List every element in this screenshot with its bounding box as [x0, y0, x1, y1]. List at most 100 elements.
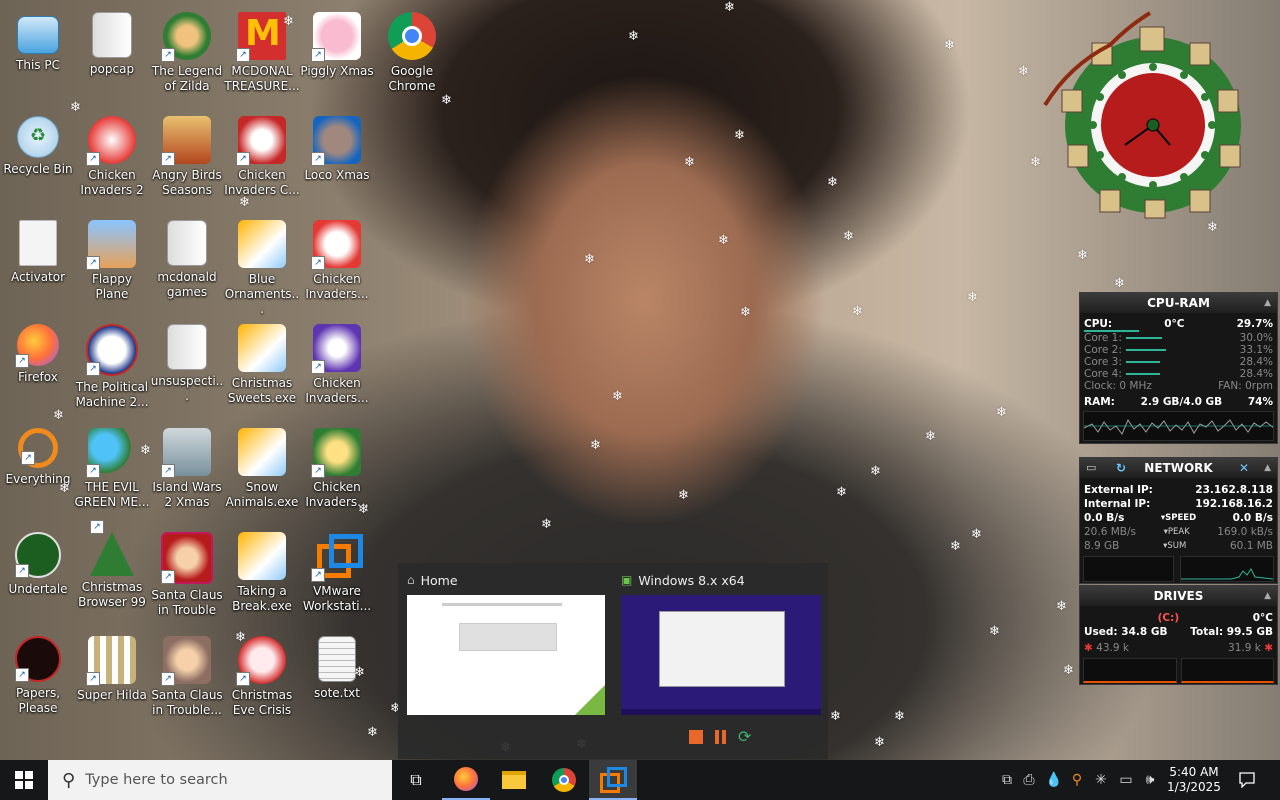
desktop-icon-political-machine[interactable]: ↗ The Political Machine 2...	[74, 318, 150, 418]
desktop-icon-chicken-invaders-2[interactable]: ↗ Chicken Invaders 2	[74, 110, 150, 210]
mcdonalds-icon: M ↗	[236, 12, 286, 62]
flappy-plane-icon: ↗	[86, 220, 136, 270]
desktop-icon-papers-please[interactable]: ↗ Papers, Please	[0, 630, 76, 730]
desktop-icon-blue-ornaments[interactable]: Blue Ornaments...	[224, 214, 300, 316]
desktop-icon-christmas-browser-99[interactable]: ↗ Christmas Browser 99	[74, 520, 150, 626]
desktop-icon-santa-claus-in-trouble-2[interactable]: ↗ Santa Claus in Trouble...	[149, 630, 225, 730]
desktop-icon-evil-green-me[interactable]: ↗ THE EVIL GREEN ME...	[74, 422, 150, 522]
vmware-icon: ↗	[311, 532, 363, 582]
monitor-icon[interactable]: ▭	[1086, 458, 1096, 478]
core-row: Core 1: 30.0%	[1080, 332, 1277, 344]
desktop-icon-taking-a-break[interactable]: Taking a Break.exe	[224, 526, 300, 626]
windows-8-preview	[621, 595, 821, 715]
restart-icon[interactable]: ⟳	[738, 729, 752, 745]
tools-icon[interactable]: ✕	[1239, 458, 1249, 478]
collapse-icon[interactable]: ▲	[1264, 458, 1271, 478]
tray-printer-icon[interactable]: ⎙	[1020, 760, 1038, 800]
taskbar-firefox[interactable]	[442, 760, 490, 800]
thumbnail-windows-8[interactable]: ▣ Windows 8.x x64	[621, 571, 821, 715]
tray-drop-icon[interactable]: 💧	[1045, 760, 1062, 800]
cpu-ram-gadget[interactable]: CPU-RAM ▲ CPU: 0°C 29.7% Core 1: 30.0% Co…	[1079, 292, 1278, 444]
upload-graph	[1180, 556, 1274, 582]
core-usage-bar	[1125, 373, 1160, 375]
action-center-icon[interactable]	[1230, 760, 1264, 800]
folder-icon	[167, 220, 207, 266]
core-row: Core 4: 28.4%	[1080, 368, 1277, 380]
desktop-icon-christmas-eve-crisis[interactable]: ↗ Christmas Eve Crisis	[224, 630, 300, 730]
desktop-icon-santa-claus-in-trouble[interactable]: ↗ Santa Claus in Trouble	[149, 526, 225, 626]
desktop-icon-angry-birds-seasons[interactable]: ↗ Angry Birds Seasons	[149, 110, 225, 210]
tray-vmware-icon[interactable]: ✳	[1092, 760, 1110, 800]
computer-icon	[17, 16, 59, 54]
installer-icon	[238, 532, 286, 580]
angry-birds-icon: ↗	[161, 116, 211, 166]
pause-icon[interactable]	[714, 730, 728, 744]
drive-row: (C:) 0°C	[1080, 612, 1277, 624]
tray-volume-icon[interactable]: 🕪	[1140, 760, 1160, 800]
drive-io-row: ✱ 43.9 k 31.9 k ✱	[1080, 642, 1277, 654]
desktop-icon-legend-of-zilda[interactable]: ↗ The Legend of Zilda	[149, 6, 225, 106]
taskbar-chrome[interactable]	[540, 760, 588, 800]
desktop-icon-activator[interactable]: Activator	[0, 214, 76, 314]
tray-clock[interactable]: 5:40 AM 1/3/2025	[1162, 760, 1226, 800]
cpu-label: CPU:	[1084, 318, 1113, 330]
shortcut-arrow-icon: ↗	[236, 672, 250, 686]
christmas-clock-gadget[interactable]	[1040, 5, 1250, 220]
desktop-icon-super-hilda[interactable]: ↗ Super Hilda	[74, 630, 150, 730]
desktop-icon-loco-xmas[interactable]: ↗ Loco Xmas	[299, 110, 375, 210]
chicken-icon: ↗	[236, 116, 286, 166]
desktop-icon-chicken-invaders-1[interactable]: ↗ Chicken Invaders...	[299, 214, 375, 314]
desktop-icon-undertale[interactable]: ↗ Undertale	[0, 526, 76, 626]
clock-time: 5:40 AM	[1169, 765, 1219, 779]
start-button[interactable]	[0, 760, 48, 800]
task-view-button[interactable]: ⧉	[392, 760, 440, 800]
refresh-icon[interactable]: ↻	[1116, 458, 1126, 478]
tray-network-icon[interactable]: ▭	[1116, 760, 1136, 800]
cpu-percent: 29.7%	[1236, 318, 1273, 330]
tray-notifications-icon[interactable]: ⧉	[998, 760, 1016, 800]
external-ip-row: External IP: 23.162.8.118	[1080, 484, 1277, 496]
drives-gadget[interactable]: DRIVES ▲ (C:) 0°C Used: 34.8 GB Total: 9…	[1079, 585, 1278, 685]
read-arrow-icon: ✱	[1084, 642, 1093, 654]
desktop-icon-unsuspecting[interactable]: unsuspecti...	[149, 318, 225, 418]
ram-percent: 74%	[1247, 396, 1273, 408]
stop-icon[interactable]	[689, 730, 703, 744]
tray-everything-icon[interactable]: ⚲	[1068, 760, 1086, 800]
desktop-icon-vmware-workstation[interactable]: ↗ VMware Workstati...	[299, 526, 375, 626]
papers-please-icon: ↗	[15, 636, 61, 682]
speed-row: 0.0 B/s ▾SPEED 0.0 B/s	[1080, 512, 1277, 524]
thumbnail-home[interactable]: ⌂ Home	[407, 571, 607, 715]
desktop-icon-chicken-invaders-2b[interactable]: ↗ Chicken Invaders...	[299, 318, 375, 418]
desktop-icon-snow-animals[interactable]: Snow Animals.exe	[224, 422, 300, 522]
drive-total: Total: 99.5 GB	[1190, 626, 1273, 638]
desktop-icon-firefox[interactable]: ↗ Firefox	[0, 318, 76, 418]
desktop-icon-chicken-invaders-3[interactable]: ↗ Chicken Invaders...	[299, 422, 375, 522]
speed-label-text: SPEED	[1165, 513, 1197, 523]
desktop-icon-popcap[interactable]: popcap	[74, 6, 150, 106]
desktop-icon-google-chrome[interactable]: Google Chrome	[374, 6, 450, 106]
core-value: 28.4%	[1239, 368, 1273, 380]
desktop-icon-piggly-xmas[interactable]: ↗ Piggly Xmas	[299, 6, 375, 106]
magnifier-icon: ↗	[18, 428, 58, 468]
taskbar-vmware[interactable]	[589, 760, 637, 800]
desktop-icon-sote-txt[interactable]: sote.txt	[299, 630, 375, 730]
desktop-icon-this-pc[interactable]: This PC	[0, 6, 76, 106]
desktop-icon-everything[interactable]: ↗ Everything	[0, 422, 76, 522]
desktop-icon-flappy-plane[interactable]: ↗ Flappy Plane	[74, 214, 150, 314]
desktop-icon-island-wars-2[interactable]: ↗ Island Wars 2 Xmas	[149, 422, 225, 522]
taskbar-thumbnail-popup: ⌂ Home ▣ Windows 8.x x64 ⟳	[398, 563, 828, 759]
desktop-icon-christmas-sweets[interactable]: Christmas Sweets.exe	[224, 318, 300, 418]
drive-graphs	[1083, 658, 1274, 683]
desktop-icon-recycle-bin[interactable]: ♻ Recycle Bin	[0, 110, 76, 210]
speed-up: 0.0 B/s	[1232, 512, 1273, 524]
cpu-ram-title: CPU-RAM	[1147, 296, 1210, 310]
collapse-icon[interactable]: ▲	[1264, 586, 1271, 606]
taskbar-file-explorer[interactable]	[490, 760, 538, 800]
cpu-row: CPU: 0°C 29.7%	[1080, 318, 1277, 330]
desktop-icon-mcdonald-games[interactable]: mcdonald games	[149, 214, 225, 314]
desktop-icon-chicken-invaders-c[interactable]: ↗ Chicken Invaders C...	[224, 110, 300, 210]
search-box[interactable]: ⚲ Type here to search	[48, 760, 392, 800]
collapse-icon[interactable]: ▲	[1264, 293, 1271, 313]
desktop-icon-mcdonal-treasure[interactable]: M ↗ MCDONAL TREASURE...	[224, 6, 300, 106]
network-gadget[interactable]: ▭ ↻ NETWORK ✕ ▲ External IP: 23.162.8.11…	[1079, 457, 1278, 584]
